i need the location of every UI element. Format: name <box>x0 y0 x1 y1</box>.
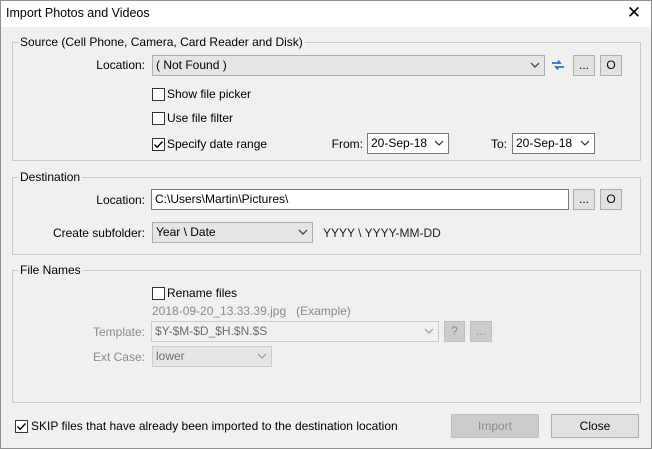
destination-legend: Destination <box>18 170 83 184</box>
to-label: To: <box>490 137 507 151</box>
source-open-button[interactable]: O <box>600 55 622 76</box>
to-date-picker[interactable]: 20-Sep-18 <box>512 133 595 154</box>
show-file-picker-checkbox[interactable] <box>152 88 165 101</box>
create-subfolder-value: Year \ Date <box>156 225 216 239</box>
template-value: $Y-$M-$D_$H.$N.$S <box>155 324 268 338</box>
import-dialog: Import Photos and Videos ✕ Source (Cell … <box>0 0 652 449</box>
window-title: Import Photos and Videos <box>6 6 150 20</box>
source-location-dropdown[interactable]: ( Not Found ) <box>152 55 545 76</box>
to-date-value: 20-Sep-18 <box>516 136 573 150</box>
from-label: From: <box>331 137 363 151</box>
file-names-legend: File Names <box>18 263 83 277</box>
subfolder-pattern-text: YYYY \ YYYY-MM-DD <box>323 226 441 240</box>
create-subfolder-dropdown[interactable]: Year \ Date <box>152 222 313 243</box>
show-file-picker-label: Show file picker <box>167 87 252 101</box>
close-button[interactable]: Close <box>551 414 639 438</box>
checkmark-icon <box>154 141 164 149</box>
chevron-down-icon <box>530 62 540 68</box>
refresh-icon[interactable] <box>550 57 566 73</box>
destination-open-button[interactable]: O <box>600 189 622 210</box>
destination-browse-button[interactable]: ... <box>573 189 595 210</box>
example-filename-text: 2018-09-20_13.33.39.jpg (Example) <box>152 304 351 318</box>
use-file-filter-label: Use file filter <box>167 111 234 125</box>
checkmark-icon <box>17 423 27 431</box>
source-legend: Source (Cell Phone, Camera, Card Reader … <box>18 35 305 49</box>
skip-imported-checkbox[interactable] <box>15 420 28 433</box>
from-date-picker[interactable]: 20-Sep-18 <box>367 133 449 154</box>
import-button[interactable]: Import <box>451 414 539 438</box>
specify-date-range-label: Specify date range <box>167 137 268 151</box>
chevron-down-icon <box>424 328 434 334</box>
skip-imported-label: SKIP files that have already been import… <box>31 419 398 433</box>
ext-case-value: lower <box>156 349 185 363</box>
template-help-button[interactable]: ? <box>444 321 465 342</box>
ext-case-dropdown[interactable]: lower <box>152 346 272 367</box>
chevron-down-icon <box>580 140 590 146</box>
source-location-value: ( Not Found ) <box>156 58 227 72</box>
source-location-label: Location: <box>96 58 145 72</box>
chevron-down-icon <box>257 353 267 359</box>
template-input[interactable]: $Y-$M-$D_$H.$N.$S <box>151 321 439 342</box>
specify-date-range-checkbox[interactable] <box>152 138 165 151</box>
template-label: Template: <box>92 325 145 339</box>
title-bar: Import Photos and Videos ✕ <box>1 1 651 27</box>
ext-case-label: Ext Case: <box>92 350 145 364</box>
rename-files-label: Rename files <box>167 286 238 300</box>
template-more-button[interactable]: ... <box>470 321 492 342</box>
use-file-filter-checkbox[interactable] <box>152 112 165 125</box>
destination-location-label: Location: <box>96 193 145 207</box>
chevron-down-icon <box>298 229 308 235</box>
rename-files-checkbox[interactable] <box>152 287 165 300</box>
source-browse-button[interactable]: ... <box>573 55 595 76</box>
destination-location-input[interactable]: C:\Users\Martin\Pictures\ <box>151 189 569 210</box>
close-window-icon[interactable]: ✕ <box>625 4 643 22</box>
chevron-down-icon <box>434 140 444 146</box>
create-subfolder-label: Create subfolder: <box>52 226 145 240</box>
from-date-value: 20-Sep-18 <box>371 136 428 150</box>
